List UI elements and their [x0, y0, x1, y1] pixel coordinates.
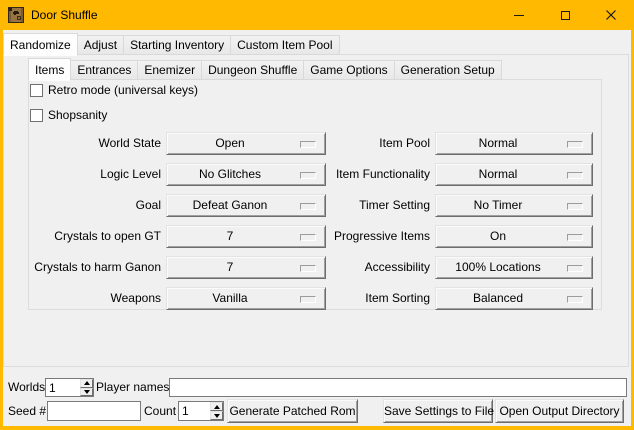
menu-indicator [567, 265, 583, 272]
count-spin-down-button[interactable] [210, 411, 223, 420]
crystals-ganon-value: 7 [171, 257, 289, 278]
timer-setting-dropdown[interactable]: No Timer [435, 194, 593, 217]
menu-indicator [567, 172, 583, 179]
seed-input[interactable] [47, 401, 141, 421]
worlds-spinbox [45, 378, 94, 397]
open-output-directory-label: Open Output Directory [496, 400, 623, 422]
count-input[interactable] [179, 402, 209, 420]
app-window: Door Shuffle Randomize Adjust Starting I… [0, 0, 634, 430]
tab-enemizer[interactable]: Enemizer [137, 60, 202, 80]
generate-patched-rom-label: Generate Patched Rom [228, 400, 357, 422]
world-state-value: Open [171, 133, 289, 154]
item-functionality-label: Item Functionality [323, 163, 430, 186]
window-title: Door Shuffle [31, 0, 98, 30]
menu-indicator [300, 265, 316, 272]
tab-starting-inventory[interactable]: Starting Inventory [123, 35, 231, 55]
item-pool-value: Normal [440, 133, 556, 154]
door-icon [8, 7, 24, 23]
menu-indicator [300, 296, 316, 303]
close-icon [606, 10, 616, 20]
menu-indicator [300, 234, 316, 241]
crystals-gt-value: 7 [171, 226, 289, 247]
tab-game-options[interactable]: Game Options [303, 60, 394, 80]
retro-mode-label: Retro mode (universal keys) [48, 84, 198, 97]
progressive-items-dropdown[interactable]: On [435, 225, 593, 248]
accessibility-value: 100% Locations [440, 257, 556, 278]
item-pool-dropdown[interactable]: Normal [435, 132, 593, 155]
titlebar[interactable]: Door Shuffle [0, 0, 634, 30]
timer-setting-value: No Timer [440, 195, 556, 216]
shopsanity-checkbox[interactable] [30, 109, 43, 122]
accessibility-label: Accessibility [323, 256, 430, 279]
worlds-label: Worlds [8, 378, 45, 397]
tab-entrances[interactable]: Entrances [70, 60, 138, 80]
minimize-button[interactable] [496, 0, 542, 30]
weapons-value: Vanilla [171, 288, 289, 309]
item-functionality-value: Normal [440, 164, 556, 185]
up-arrow-icon [84, 381, 90, 385]
world-state-label: World State [3, 132, 161, 155]
logic-level-label: Logic Level [3, 163, 161, 186]
client-area: Randomize Adjust Starting Inventory Cust… [3, 30, 631, 426]
crystals-gt-dropdown[interactable]: 7 [166, 225, 326, 248]
crystals-ganon-label: Crystals to harm Ganon [3, 256, 161, 279]
close-button[interactable] [588, 0, 634, 30]
tab-items[interactable]: Items [28, 58, 71, 81]
generate-patched-rom-button[interactable]: Generate Patched Rom [227, 399, 358, 423]
item-sorting-dropdown[interactable]: Balanced [435, 287, 593, 310]
menu-indicator [567, 203, 583, 210]
player-names-label: Player names [96, 378, 169, 397]
logic-level-dropdown[interactable]: No Glitches [166, 163, 326, 186]
item-sorting-label: Item Sorting [323, 287, 430, 310]
tab-generation-setup[interactable]: Generation Setup [394, 60, 502, 80]
goal-label: Goal [3, 194, 161, 217]
seed-label: Seed # [8, 401, 46, 421]
tab-randomize[interactable]: Randomize [3, 33, 78, 56]
worlds-input[interactable] [46, 379, 79, 396]
count-spinbox [178, 401, 224, 421]
tab-dungeon-shuffle[interactable]: Dungeon Shuffle [201, 60, 304, 80]
minimize-icon [514, 15, 524, 16]
logic-level-value: No Glitches [171, 164, 289, 185]
menu-indicator [567, 141, 583, 148]
maximize-button[interactable] [542, 0, 588, 30]
count-spin-up-button[interactable] [210, 402, 223, 411]
maximize-icon [561, 11, 570, 20]
menu-indicator [300, 141, 316, 148]
save-settings-label: Save Settings to File [384, 400, 492, 422]
open-output-directory-button[interactable]: Open Output Directory [495, 399, 624, 423]
crystals-gt-label: Crystals to open GT [3, 225, 161, 248]
player-names-input[interactable] [169, 378, 627, 397]
sub-tabbar: Items Entrances Enemizer Dungeon Shuffle… [28, 57, 502, 80]
menu-indicator [300, 172, 316, 179]
menu-indicator [567, 234, 583, 241]
progressive-items-value: On [440, 226, 556, 247]
item-functionality-dropdown[interactable]: Normal [435, 163, 593, 186]
down-arrow-icon [214, 414, 220, 418]
down-arrow-icon [84, 390, 90, 394]
timer-setting-label: Timer Setting [323, 194, 430, 217]
up-arrow-icon [214, 405, 220, 409]
tab-custom-item-pool[interactable]: Custom Item Pool [230, 35, 339, 55]
accessibility-dropdown[interactable]: 100% Locations [435, 256, 593, 279]
item-sorting-value: Balanced [440, 288, 556, 309]
progressive-items-label: Progressive Items [323, 225, 430, 248]
retro-mode-checkbox[interactable] [30, 84, 43, 97]
menu-indicator [300, 203, 316, 210]
shopsanity-label: Shopsanity [48, 109, 107, 122]
menu-indicator [567, 296, 583, 303]
count-label: Count [144, 401, 176, 421]
worlds-spin-up-button[interactable] [80, 379, 93, 388]
goal-value: Defeat Ganon [171, 195, 289, 216]
world-state-dropdown[interactable]: Open [166, 132, 326, 155]
goal-dropdown[interactable]: Defeat Ganon [166, 194, 326, 217]
worlds-spin-down-button[interactable] [80, 388, 93, 397]
item-pool-label: Item Pool [323, 132, 430, 155]
save-settings-button[interactable]: Save Settings to File [383, 399, 493, 423]
tab-adjust[interactable]: Adjust [77, 35, 124, 55]
crystals-ganon-dropdown[interactable]: 7 [166, 256, 326, 279]
weapons-dropdown[interactable]: Vanilla [166, 287, 326, 310]
main-tabbar: Randomize Adjust Starting Inventory Cust… [3, 32, 340, 55]
weapons-label: Weapons [3, 287, 161, 310]
